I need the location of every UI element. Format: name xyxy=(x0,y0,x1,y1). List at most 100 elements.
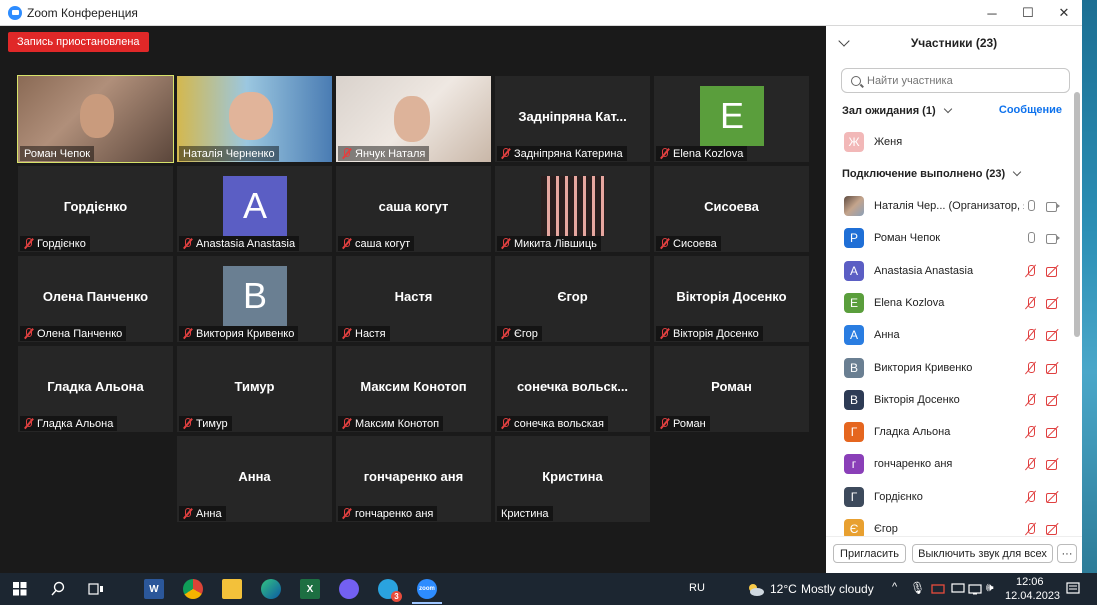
video-tile[interactable]: A Anastasia Anastasia xyxy=(177,166,332,252)
participant-row[interactable]: В Вікторія Досенко xyxy=(826,384,1072,416)
participant-row[interactable]: E Elena Kozlova xyxy=(826,287,1072,319)
camera-tray-icon[interactable] xyxy=(928,579,948,599)
chrome-icon[interactable] xyxy=(183,579,203,599)
microphone-off-icon[interactable] xyxy=(1024,458,1038,470)
zoom-taskbar-icon[interactable]: zoom xyxy=(417,579,437,599)
scroll-thumb[interactable] xyxy=(1074,92,1080,337)
video-tile[interactable]: Кристина Кристина xyxy=(495,436,650,522)
video-tile[interactable]: Наталія Черненко xyxy=(177,76,332,162)
microphone-icon[interactable] xyxy=(1024,200,1038,212)
video-tile[interactable]: сонечка вольск... сонечка вольская xyxy=(495,346,650,432)
tile-name-label: Elena Kozlova xyxy=(656,146,748,161)
participant-row[interactable]: г гончаренко аня xyxy=(826,448,1072,480)
close-icon[interactable]: ✕ xyxy=(1046,0,1082,26)
participant-row[interactable]: Г Гордієнко xyxy=(826,481,1072,513)
task-view-icon[interactable] xyxy=(86,579,106,599)
camera-off-icon[interactable] xyxy=(1046,458,1060,471)
video-tile[interactable]: Олена Панченко Олена Панченко xyxy=(18,256,173,342)
windows-start-icon[interactable] xyxy=(10,579,30,599)
participant-row[interactable]: В Виктория Кривенко xyxy=(826,352,1072,384)
participant-scrollbar[interactable] xyxy=(1074,92,1080,552)
mic-tray-icon[interactable]: 🎙 xyxy=(910,581,925,595)
camera-off-icon[interactable] xyxy=(1046,394,1060,406)
video-tile[interactable]: B Виктория Кривенко xyxy=(177,256,332,342)
clock-date[interactable]: 12.04.2023 xyxy=(1005,590,1060,602)
camera-off-icon[interactable] xyxy=(1046,426,1060,439)
message-link[interactable]: Сообщение xyxy=(999,104,1062,116)
video-tile[interactable]: Гордієнко Гордієнко xyxy=(18,166,173,252)
chevron-up-icon[interactable]: ^ xyxy=(892,581,897,593)
tile-name: Вікторія Досенко xyxy=(673,327,759,340)
microphone-off-icon[interactable] xyxy=(1024,523,1038,535)
weather-cloud-icon[interactable] xyxy=(745,579,765,599)
video-tile[interactable]: гончаренко аня гончаренко аня xyxy=(336,436,491,522)
camera-off-icon[interactable] xyxy=(1046,329,1060,342)
minimize-icon[interactable]: ─ xyxy=(974,0,1010,26)
waiting-room-header[interactable]: Зал ожидания (1) xyxy=(842,102,952,120)
avatar: В xyxy=(844,389,864,410)
microphone-off-icon[interactable] xyxy=(1024,393,1038,406)
language-indicator[interactable]: RU xyxy=(689,582,705,594)
weather-description[interactable]: Mostly cloudy xyxy=(801,582,874,596)
viber-icon[interactable] xyxy=(339,579,359,599)
camera-off-icon[interactable] xyxy=(1046,523,1060,535)
microphone-off-icon[interactable] xyxy=(1024,264,1038,277)
edge-icon[interactable] xyxy=(261,579,281,599)
temperature[interactable]: 12°C xyxy=(770,582,797,596)
camera-off-icon[interactable] xyxy=(1046,297,1060,309)
microphone-off-icon[interactable] xyxy=(1024,426,1038,438)
word-icon[interactable]: W xyxy=(144,579,164,599)
camera-icon[interactable] xyxy=(1046,200,1060,212)
search-box[interactable] xyxy=(841,68,1070,93)
waiting-participant-row[interactable]: Ж Женя xyxy=(826,126,1072,158)
video-tile[interactable]: Тимур Тимур xyxy=(177,346,332,432)
camera-off-icon[interactable] xyxy=(1046,362,1060,374)
video-tile[interactable]: саша когут саша когут xyxy=(336,166,491,252)
participant-row[interactable]: А Анна xyxy=(826,319,1072,351)
recording-paused-badge[interactable]: Запись приостановлена xyxy=(8,32,149,52)
volume-icon[interactable]: 🕪 xyxy=(986,580,994,595)
microphone-off-icon[interactable] xyxy=(1024,361,1038,374)
telegram-icon[interactable]: 3 xyxy=(378,579,402,602)
tile-name-label: Вікторія Досенко xyxy=(656,326,763,341)
camera-off-icon[interactable] xyxy=(1046,491,1060,503)
notifications-icon[interactable] xyxy=(1063,579,1083,599)
camera-off-icon[interactable] xyxy=(1046,265,1060,277)
joined-header[interactable]: Подключение выполнено (23) xyxy=(842,165,1022,183)
video-tile[interactable]: Сисоева Сисоева xyxy=(654,166,809,252)
video-tile[interactable]: Гладка Альона Гладка Альона xyxy=(18,346,173,432)
video-tile[interactable]: Вікторія Досенко Вікторія Досенко xyxy=(654,256,809,342)
video-tile[interactable]: Анна Анна xyxy=(177,436,332,522)
search-input[interactable] xyxy=(867,74,1057,87)
video-tile[interactable]: Роман Роман xyxy=(654,346,809,432)
video-tile[interactable]: Микита Лівшиць xyxy=(495,166,650,252)
excel-icon[interactable]: X xyxy=(300,579,320,599)
invite-button[interactable]: Пригласить xyxy=(833,544,906,563)
video-tile[interactable]: Роман Чепок xyxy=(17,75,174,163)
video-tile[interactable]: E Elena Kozlova xyxy=(654,76,809,162)
microphone-off-icon[interactable] xyxy=(1024,296,1038,309)
microphone-icon[interactable] xyxy=(1024,232,1038,244)
maximize-icon[interactable]: ☐ xyxy=(1010,0,1046,26)
camera-icon[interactable] xyxy=(1046,232,1060,245)
participant-row[interactable]: Г Гладка Альона xyxy=(826,416,1072,448)
video-tile[interactable]: Настя Настя xyxy=(336,256,491,342)
video-tile[interactable]: Янчук Наталя xyxy=(336,76,491,162)
video-tile[interactable]: Задніпряна Кат... Задніпряна Катерина xyxy=(495,76,650,162)
video-tile[interactable]: Максим Конотоп Максим Конотоп xyxy=(336,346,491,432)
mute-all-button[interactable]: Выключить звук для всех xyxy=(912,544,1053,563)
microphone-off-icon[interactable] xyxy=(1024,490,1038,503)
search-icon[interactable] xyxy=(48,579,68,599)
file-explorer-icon[interactable] xyxy=(222,579,242,599)
participant-row[interactable]: Наталія Чер... (Организатор, я) xyxy=(826,190,1072,222)
tile-name: Настя xyxy=(355,327,386,340)
microphone-off-icon[interactable] xyxy=(1024,329,1038,341)
network-icon[interactable] xyxy=(965,579,985,599)
video-tile[interactable]: Єгор Єгор xyxy=(495,256,650,342)
participant-row[interactable]: A Anastasia Anastasia xyxy=(826,255,1072,287)
avatar: Ж xyxy=(844,132,864,152)
clock-time[interactable]: 12:06 xyxy=(1016,576,1044,588)
tile-name: Роман Чепок xyxy=(24,147,91,160)
more-button[interactable]: ··· xyxy=(1057,544,1077,563)
participant-row[interactable]: Р Роман Чепок xyxy=(826,222,1072,254)
